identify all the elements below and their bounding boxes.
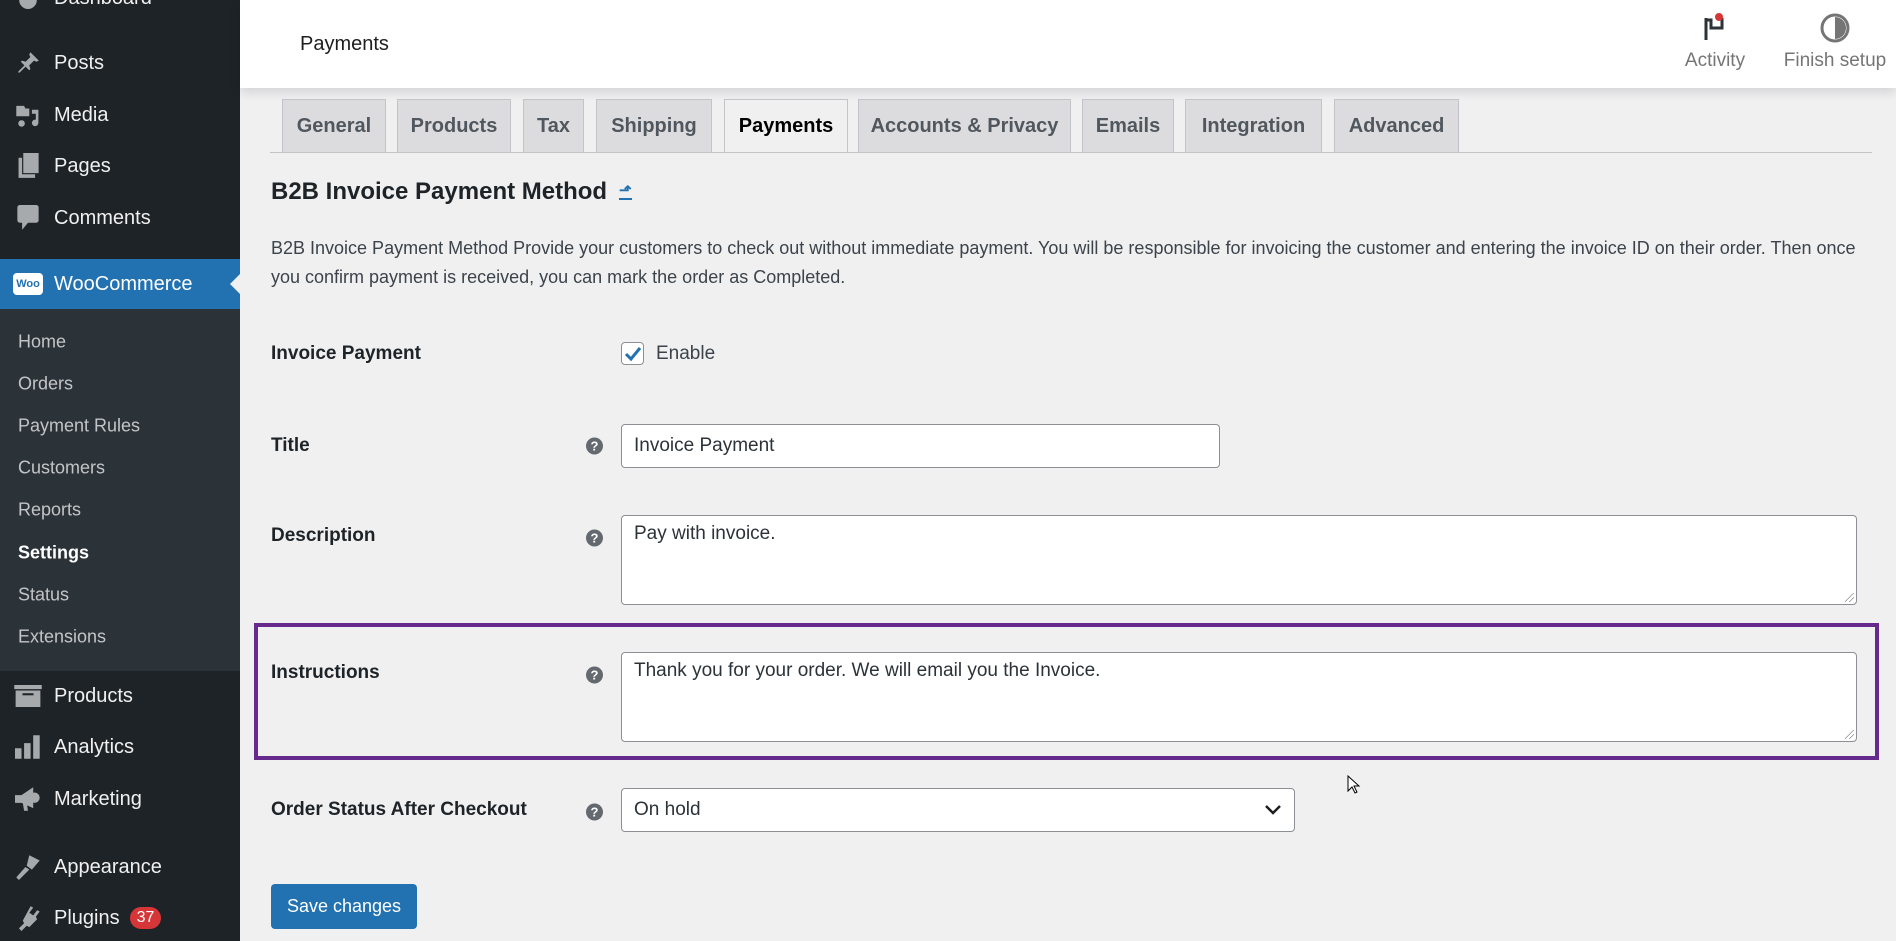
sidebar-item-dashboard[interactable]: Dashboard	[0, 0, 240, 18]
activity-button[interactable]: Activity	[1675, 12, 1755, 72]
plug-icon	[13, 905, 43, 931]
tab-payments[interactable]: Payments	[724, 99, 848, 153]
plugins-update-badge: 37	[130, 907, 162, 929]
save-changes-button[interactable]: Save changes	[271, 884, 417, 929]
order-status-select[interactable]: On hold	[621, 788, 1295, 832]
tab-products[interactable]: Products	[397, 99, 511, 152]
sidebar-item-marketing[interactable]: Marketing	[0, 779, 240, 819]
checkmark-icon	[624, 346, 642, 362]
media-icon	[13, 102, 43, 128]
page-title: Payments	[300, 33, 389, 56]
sidebar-item-plugins[interactable]: Plugins37	[0, 898, 240, 938]
dashboard-icon	[13, 0, 43, 11]
section-description: B2B Invoice Payment Method Provide your …	[271, 234, 1861, 292]
sidebar-item-woocommerce[interactable]: Woo WooCommerce	[0, 259, 240, 309]
tab-shipping[interactable]: Shipping	[596, 99, 712, 152]
submenu-reports[interactable]: Reports	[18, 500, 81, 521]
help-icon[interactable]: ?	[586, 438, 603, 455]
paintbrush-icon	[13, 854, 43, 880]
current-menu-arrow	[230, 274, 240, 294]
instructions-label: Instructions	[271, 662, 380, 684]
submenu-home[interactable]: Home	[18, 332, 66, 353]
bar-chart-icon	[13, 734, 43, 760]
comment-icon	[13, 205, 43, 231]
pin-icon	[13, 50, 43, 76]
submenu-extensions[interactable]: Extensions	[18, 627, 106, 648]
submenu-orders[interactable]: Orders	[18, 374, 73, 395]
enable-checkbox-row[interactable]: Enable	[621, 342, 715, 365]
description-label: Description	[271, 525, 376, 547]
flag-icon	[1700, 12, 1730, 44]
submenu-payment-rules[interactable]: Payment Rules	[18, 416, 140, 437]
section-heading: B2B Invoice Payment Method ⬏	[271, 178, 632, 206]
finish-setup-button[interactable]: Finish setup	[1780, 12, 1890, 72]
resize-handle[interactable]	[1845, 730, 1854, 739]
sidebar-item-comments[interactable]: Comments	[0, 198, 240, 238]
help-icon[interactable]: ?	[586, 667, 603, 684]
tab-tax[interactable]: Tax	[523, 99, 584, 152]
megaphone-icon	[13, 786, 43, 812]
tab-advanced[interactable]: Advanced	[1334, 99, 1459, 152]
sidebar-item-posts[interactable]: Posts	[0, 43, 240, 83]
enable-checkbox[interactable]	[621, 342, 644, 365]
title-input[interactable]: Invoice Payment	[621, 424, 1220, 468]
page-header: Payments Activity Finish setup	[240, 0, 1896, 88]
description-textarea[interactable]: Pay with invoice.	[621, 515, 1857, 605]
chevron-down-icon	[1264, 804, 1282, 816]
sidebar-item-appearance[interactable]: Appearance	[0, 847, 240, 887]
pages-icon	[13, 153, 43, 179]
resize-handle[interactable]	[1845, 593, 1854, 602]
woocommerce-logo-icon: Woo	[13, 271, 43, 297]
tab-emails[interactable]: Emails	[1082, 99, 1174, 152]
submenu-settings[interactable]: Settings	[18, 543, 89, 564]
sidebar-item-products[interactable]: Products	[0, 676, 240, 716]
tab-integration[interactable]: Integration	[1185, 99, 1322, 152]
return-link-icon[interactable]: ⬏	[619, 184, 632, 200]
sidebar-item-media[interactable]: Media	[0, 95, 240, 135]
submenu-customers[interactable]: Customers	[18, 458, 105, 479]
woocommerce-submenu	[0, 309, 240, 671]
help-icon[interactable]: ?	[586, 804, 603, 821]
order-status-label: Order Status After Checkout	[271, 799, 527, 821]
admin-sidebar: Dashboard Posts Media Pages Comments Woo…	[0, 0, 240, 941]
title-label: Title	[271, 435, 310, 457]
submenu-status[interactable]: Status	[18, 585, 69, 606]
half-circle-progress-icon	[1819, 12, 1851, 44]
tab-general[interactable]: General	[282, 99, 386, 152]
archive-icon	[13, 683, 43, 709]
instructions-textarea[interactable]: Thank you for your order. We will email …	[621, 652, 1857, 742]
invoice-payment-label: Invoice Payment	[271, 343, 421, 365]
mouse-cursor-icon	[1347, 775, 1361, 795]
sidebar-item-analytics[interactable]: Analytics	[0, 727, 240, 767]
help-icon[interactable]: ?	[586, 530, 603, 547]
tab-divider	[270, 152, 1872, 153]
tab-accounts-privacy[interactable]: Accounts & Privacy	[858, 99, 1071, 152]
sidebar-item-pages[interactable]: Pages	[0, 146, 240, 186]
